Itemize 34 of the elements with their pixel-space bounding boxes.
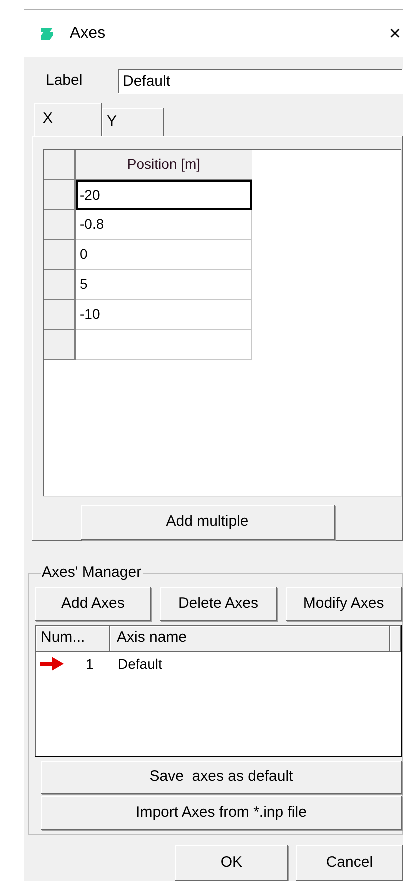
column-header[interactable] [390,626,401,652]
manager-button[interactable]: Delete Axes [160,587,277,621]
label-input[interactable]: Default [118,69,403,94]
column-header[interactable]: Num... [36,626,110,652]
grid-cell[interactable]: 5 [76,270,252,300]
column-header[interactable]: Axis name [110,626,390,652]
label-text: Label [46,71,84,92]
grid-cell[interactable]: -10 [76,300,252,330]
save-default-button[interactable]: Save axes as default [41,761,402,794]
manager-button[interactable]: Modify Axes [286,587,402,621]
row-header[interactable] [44,300,76,330]
row-header[interactable] [44,180,76,210]
row-header[interactable] [44,270,76,300]
close-button[interactable]: × [389,18,401,48]
axis-name: Default [118,654,162,674]
import-button[interactable]: Import Axes from *.inp file [41,796,402,830]
tab[interactable]: Y [102,108,164,136]
row-header[interactable] [44,240,76,270]
column-header[interactable]: Position [m] [76,150,252,180]
grid-cell[interactable]: 0 [76,240,252,270]
app-logo-icon [38,26,56,42]
grid-cell[interactable]: -20 [76,180,252,210]
row-header[interactable] [44,210,76,240]
tab[interactable]: X [34,103,102,136]
window-title: Axes [70,24,106,44]
grid-cell[interactable]: -0.8 [76,210,252,240]
row-header[interactable] [44,330,76,360]
axis-number: 1 [85,654,95,674]
manager-button[interactable]: Add Axes [35,587,152,621]
grid-cell[interactable] [76,330,252,360]
ok-button[interactable]: OK [175,845,288,881]
corner-header [44,150,76,180]
cancel-button[interactable]: Cancel [296,845,403,881]
add-multiple-button[interactable]: Add multiple [80,505,334,540]
